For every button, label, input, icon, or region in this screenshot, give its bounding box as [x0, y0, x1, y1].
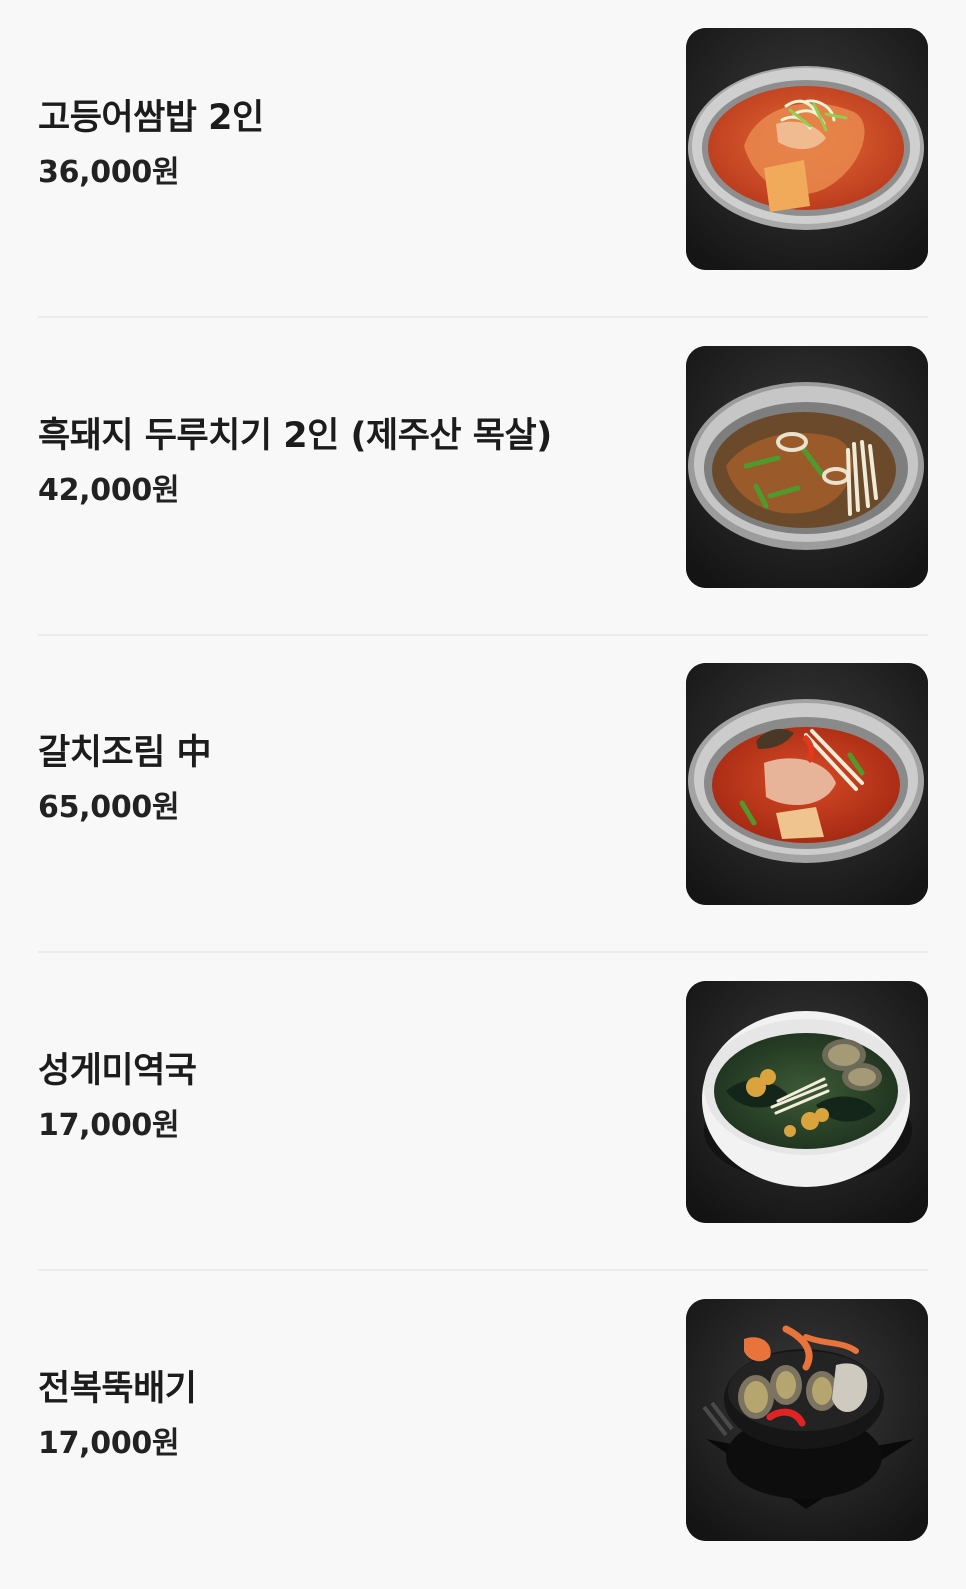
- braised-cutlassfish-icon[interactable]: [686, 663, 928, 905]
- menu-item-name: 성게미역국: [38, 1051, 197, 1091]
- menu-list: 고등어쌈밥 2인 36,000원 흑돼지 두루치기 2인 (제주산 목살) 42…: [0, 0, 966, 1589]
- menu-item-text: 고등어쌈밥 2인 36,000원: [38, 96, 638, 192]
- menu-item-price: 36,000원: [38, 155, 180, 190]
- menu-item-name: 전복뚝배기: [38, 1369, 197, 1409]
- menu-item-text: 갈치조림 中 65,000원: [38, 731, 638, 827]
- menu-item-name: 흑돼지 두루치기 2인 (제주산 목살): [38, 416, 552, 456]
- menu-item[interactable]: 전복뚝배기 17,000원: [38, 1271, 928, 1589]
- menu-item[interactable]: 흑돼지 두루치기 2인 (제주산 목살) 42,000원: [38, 318, 928, 636]
- pork-stir-fry-icon[interactable]: [686, 346, 928, 588]
- menu-item-text: 전복뚝배기 17,000원: [38, 1367, 638, 1463]
- menu-item-text: 흑돼지 두루치기 2인 (제주산 목살) 42,000원: [38, 414, 638, 510]
- menu-item-price: 17,000원: [38, 1426, 180, 1461]
- menu-item-price: 65,000원: [38, 790, 180, 825]
- menu-item-name: 고등어쌈밥 2인: [38, 98, 264, 138]
- menu-item-text: 성게미역국 17,000원: [38, 1049, 638, 1145]
- menu-item[interactable]: 갈치조림 中 65,000원: [38, 635, 928, 953]
- menu-item[interactable]: 성게미역국 17,000원: [38, 953, 928, 1271]
- menu-item-name: 갈치조림 中: [38, 733, 212, 773]
- seaweed-soup-icon[interactable]: [686, 981, 928, 1223]
- abalone-hotpot-icon[interactable]: [686, 1299, 928, 1541]
- menu-item-price: 42,000원: [38, 473, 180, 508]
- menu-item-price: 17,000원: [38, 1108, 180, 1143]
- kimchi-stew-icon[interactable]: [686, 28, 928, 270]
- menu-item[interactable]: 고등어쌈밥 2인 36,000원: [38, 0, 928, 318]
